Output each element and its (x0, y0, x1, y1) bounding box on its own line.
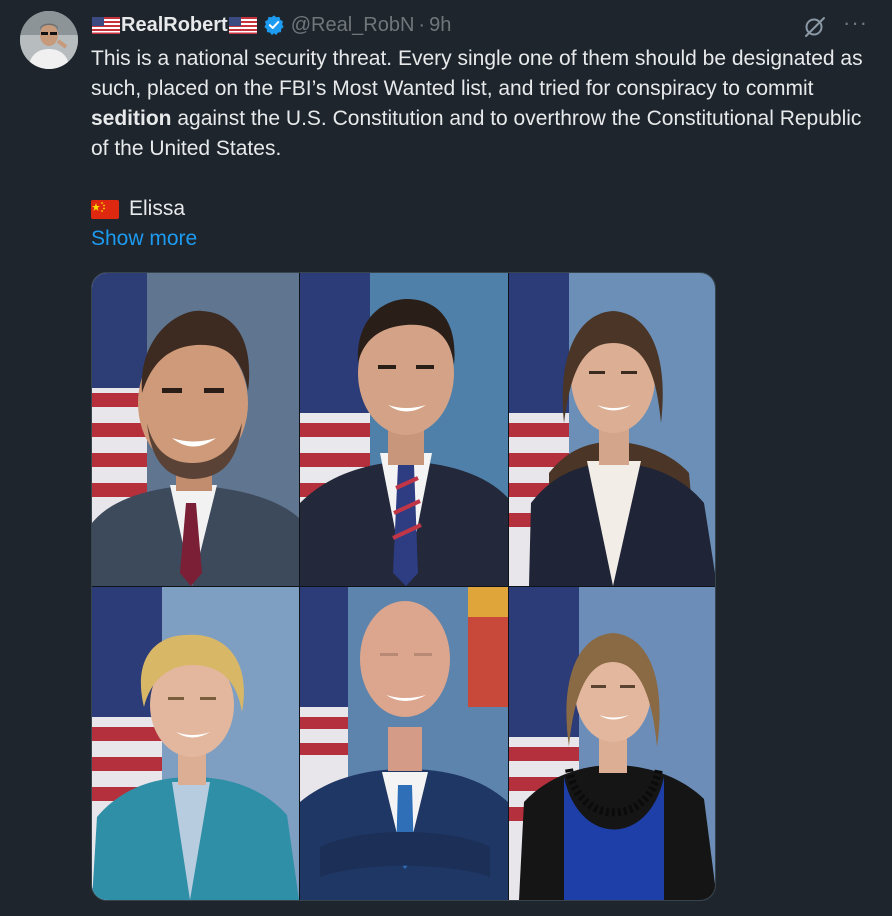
media-grid[interactable] (91, 272, 716, 901)
post-header: RealRobert @Real_RobN · 9h (92, 10, 451, 40)
photo-4[interactable] (92, 587, 299, 900)
us-flag-icon (228, 16, 257, 34)
china-flag-icon (91, 199, 119, 219)
photo-5[interactable] (300, 587, 508, 900)
show-more-link[interactable]: Show more (91, 224, 197, 254)
verified-badge-icon (264, 15, 284, 36)
photo-2[interactable] (300, 273, 508, 586)
post-text: This is a national security threat. Ever… (91, 44, 881, 224)
avatar[interactable] (20, 11, 78, 69)
more-icon[interactable]: ··· (843, 12, 868, 42)
photo-6[interactable] (509, 587, 715, 900)
grok-icon[interactable] (803, 15, 827, 39)
photo-3[interactable] (509, 273, 715, 586)
top-actions: ··· (803, 12, 868, 42)
handle[interactable]: @Real_RobN (291, 14, 415, 37)
post-text-part1: This is a national security threat. Ever… (91, 47, 863, 100)
timestamp[interactable]: 9h (429, 14, 451, 37)
separator-dot: · (418, 13, 426, 36)
post-text-part2: against the U.S. Constitution and to ove… (91, 107, 862, 160)
display-name[interactable]: RealRobert (121, 14, 228, 37)
post-text-bold: sedition (91, 107, 172, 130)
us-flag-icon (92, 16, 120, 34)
signoff-line: Elissa (91, 194, 881, 224)
photo-1[interactable] (92, 273, 299, 586)
signoff-text: Elissa (129, 197, 186, 220)
